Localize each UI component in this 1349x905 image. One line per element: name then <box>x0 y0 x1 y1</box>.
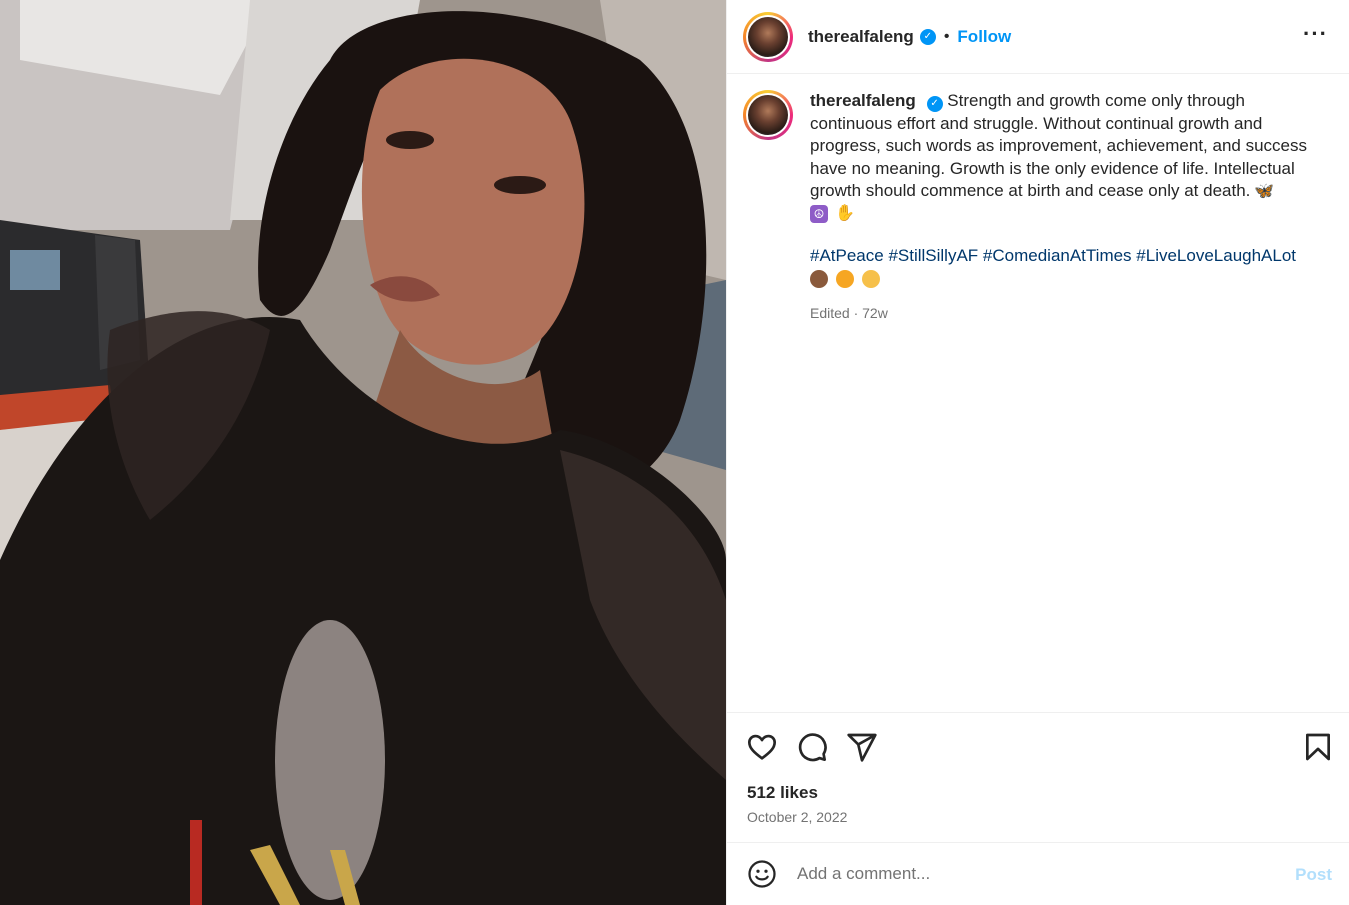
caption-avatar-frame <box>746 93 790 137</box>
avatar[interactable] <box>743 11 793 62</box>
likes-count[interactable]: 512 likes <box>747 783 818 803</box>
hashtag-emoji-line <box>810 269 1315 288</box>
upside-down-face-emoji-icon <box>862 269 880 288</box>
caption-paragraph: therealfaleng ✓ Strength and growth come… <box>810 90 1315 203</box>
hand-emoji-icon <box>810 269 828 288</box>
avatar-image <box>748 16 788 57</box>
header-username[interactable]: therealfaleng <box>808 27 914 47</box>
comment-input[interactable] <box>797 864 1267 884</box>
heart-icon[interactable] <box>746 731 778 763</box>
post-photo[interactable] <box>0 0 726 905</box>
butterfly-emoji-icon: 🦋 <box>1254 183 1275 201</box>
post-header: therealfaleng ✓ • Follow ··· <box>727 0 1349 74</box>
more-options-icon[interactable]: ··· <box>1303 23 1328 45</box>
peace-symbol-emoji-icon: ☮ <box>810 204 828 223</box>
edited-timestamp: Edited · 72w <box>810 304 888 321</box>
photo-illustration <box>0 0 726 905</box>
action-bar: 512 likes October 2, 2022 <box>727 712 1349 825</box>
follow-button[interactable]: Follow <box>957 27 1011 47</box>
hashtags[interactable]: #AtPeace #StillSillyAF #ComedianAtTimes … <box>810 245 1315 268</box>
avatar-frame <box>746 14 790 59</box>
caption: therealfaleng ✓ Strength and growth come… <box>743 90 1333 324</box>
caption-avatar-image <box>748 95 788 135</box>
caption-body: therealfaleng ✓ Strength and growth come… <box>810 90 1315 324</box>
emoji-icon[interactable] <box>747 859 777 889</box>
comment-icon[interactable] <box>796 731 828 763</box>
bookmark-icon[interactable] <box>1302 731 1334 763</box>
caption-avatar[interactable] <box>743 90 793 140</box>
caption-username[interactable]: therealfaleng <box>810 91 916 110</box>
instagram-post: therealfaleng ✓ • Follow ··· therealfale… <box>0 0 1349 905</box>
hamsa-emoji-icon: ✋ <box>835 204 855 223</box>
header-separator: • <box>943 27 950 45</box>
caption-verified-badge-icon: ✓ <box>926 96 943 113</box>
verified-badge-icon: ✓ <box>919 28 936 45</box>
post-sidebar: therealfaleng ✓ • Follow ··· therealfale… <box>726 0 1349 905</box>
action-icons <box>727 713 1349 781</box>
post-date[interactable]: October 2, 2022 <box>747 809 847 825</box>
share-icon[interactable] <box>846 731 878 763</box>
comment-bar: Post <box>727 842 1349 905</box>
post-comment-button[interactable]: Post <box>1295 865 1332 885</box>
hand-over-mouth-emoji-icon <box>836 269 854 288</box>
caption-emoji-line: ☮ ✋ <box>810 205 1315 223</box>
